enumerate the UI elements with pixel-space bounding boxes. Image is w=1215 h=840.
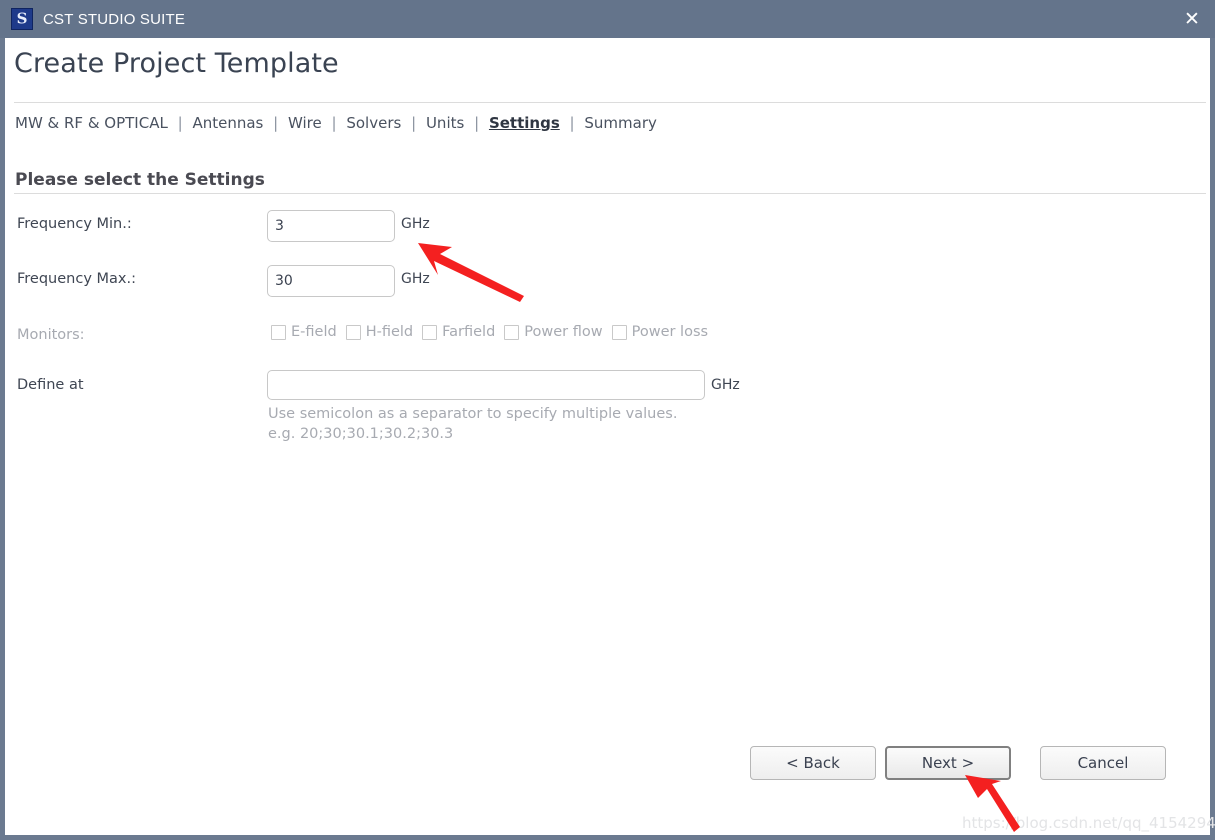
breadcrumb-item-summary[interactable]: Summary xyxy=(584,114,657,132)
monitor-option-e-field[interactable]: E-field xyxy=(271,324,337,340)
dialog-button-bar: < Back Next > Cancel xyxy=(750,746,1166,780)
window-title: CST STUDIO SUITE xyxy=(43,10,186,28)
monitor-option-power-loss[interactable]: Power loss xyxy=(611,324,709,340)
section-heading: Please select the Settings xyxy=(15,170,265,190)
monitor-label-power-flow: Power flow xyxy=(524,324,603,340)
breadcrumb-item-settings[interactable]: Settings xyxy=(489,114,560,132)
frequency-max-unit: GHz xyxy=(401,271,430,287)
monitor-label-h-field: H-field xyxy=(365,324,414,340)
monitors-checkbox-group: E-field H-field Farfield Power flow Powe… xyxy=(271,324,717,340)
checkbox-h-field[interactable] xyxy=(345,324,361,340)
define-at-hint-line2: e.g. 20;30;30.1;30.2;30.3 xyxy=(268,426,454,442)
page-title: Create Project Template xyxy=(14,48,339,79)
divider-section xyxy=(14,193,1206,194)
breadcrumb-item-units[interactable]: Units xyxy=(426,114,464,132)
cst-logo-glyph: S xyxy=(16,9,28,28)
define-at-unit: GHz xyxy=(711,377,740,393)
back-button[interactable]: < Back xyxy=(750,746,876,780)
next-button[interactable]: Next > xyxy=(885,746,1011,780)
define-at-hint: Use semicolon as a separator to specify … xyxy=(268,404,677,444)
frequency-min-input[interactable] xyxy=(267,210,395,242)
close-icon[interactable]: ✕ xyxy=(1169,0,1215,38)
monitor-label-farfield: Farfield xyxy=(442,324,496,340)
monitor-option-power-flow[interactable]: Power flow xyxy=(504,324,603,340)
breadcrumb: MW & RF & OPTICAL | Antennas | Wire | So… xyxy=(15,114,657,132)
monitor-label-e-field: E-field xyxy=(291,324,337,340)
breadcrumb-separator: | xyxy=(411,114,417,132)
create-project-template-dialog: S CST STUDIO SUITE ✕ Create Project Temp… xyxy=(0,0,1215,840)
breadcrumb-separator: | xyxy=(569,114,575,132)
breadcrumb-item-solvers[interactable]: Solvers xyxy=(346,114,401,132)
monitor-option-h-field[interactable]: H-field xyxy=(345,324,414,340)
define-at-hint-line1: Use semicolon as a separator to specify … xyxy=(268,406,678,422)
breadcrumb-separator: | xyxy=(331,114,337,132)
divider-top xyxy=(14,102,1206,103)
monitor-option-farfield[interactable]: Farfield xyxy=(422,324,495,340)
watermark-text: https://blog.csdn.net/qq_41542947 xyxy=(962,814,1215,832)
frequency-min-label: Frequency Min.: xyxy=(17,216,132,232)
breadcrumb-separator: | xyxy=(474,114,480,132)
breadcrumb-separator: | xyxy=(273,114,279,132)
breadcrumb-item-mw-rf-optical[interactable]: MW & RF & OPTICAL xyxy=(15,114,168,132)
cst-logo-icon: S xyxy=(11,8,33,30)
breadcrumb-item-antennas[interactable]: Antennas xyxy=(192,114,263,132)
define-at-label: Define at xyxy=(17,377,84,393)
frequency-min-unit: GHz xyxy=(401,216,430,232)
breadcrumb-separator: | xyxy=(177,114,183,132)
frequency-max-label: Frequency Max.: xyxy=(17,271,136,287)
cancel-button[interactable]: Cancel xyxy=(1040,746,1166,780)
checkbox-power-flow[interactable] xyxy=(504,324,520,340)
monitors-label: Monitors: xyxy=(17,327,85,343)
define-at-input[interactable] xyxy=(267,370,705,400)
frequency-max-input[interactable] xyxy=(267,265,395,297)
annotation-arrow-frequency xyxy=(418,243,524,302)
title-bar: S CST STUDIO SUITE ✕ xyxy=(0,0,1215,38)
checkbox-farfield[interactable] xyxy=(422,324,438,340)
monitor-label-power-loss: Power loss xyxy=(631,324,709,340)
breadcrumb-item-wire[interactable]: Wire xyxy=(288,114,322,132)
checkbox-power-loss[interactable] xyxy=(611,324,627,340)
checkbox-e-field[interactable] xyxy=(271,324,286,340)
